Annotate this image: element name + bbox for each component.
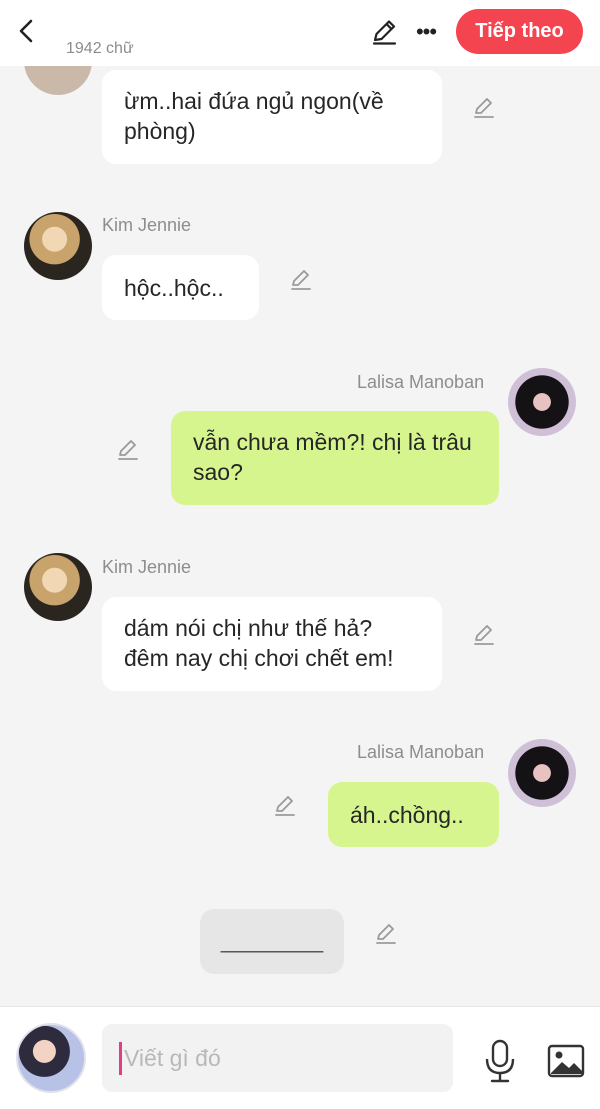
edit-button[interactable]: [368, 16, 400, 48]
image-button[interactable]: [545, 1041, 587, 1081]
message-bubble[interactable]: ừm..hai đứa ngủ ngon(về phòng): [102, 70, 442, 164]
chat-story-editor: 1942 chữ ••• Tiếp theo ừm..hai đứa ngủ n…: [0, 0, 600, 1109]
edit-message-button[interactable]: [470, 94, 498, 122]
back-button[interactable]: [10, 14, 42, 48]
pencil-icon: [474, 98, 494, 118]
pencil-icon: [118, 440, 138, 460]
composer-bar: [0, 1006, 600, 1109]
microphone-icon: [485, 1039, 515, 1083]
microphone-button[interactable]: [480, 1037, 520, 1085]
sender-name: Lalisa Manoban: [357, 372, 485, 392]
message-bubble[interactable]: áh..chồng..: [328, 782, 499, 847]
edit-message-button[interactable]: [287, 266, 315, 294]
avatar[interactable]: [24, 212, 92, 280]
edit-message-button[interactable]: [470, 621, 498, 649]
message-input[interactable]: [124, 1024, 444, 1092]
sender-name: Kim Jennie: [102, 215, 192, 235]
sender-name: Kim Jennie: [102, 557, 192, 577]
message-input-box[interactable]: [102, 1024, 453, 1092]
message-bubble[interactable]: hộc..hộc..: [102, 255, 259, 320]
sender-name: Lalisa Manoban: [357, 742, 485, 762]
text-caret: [119, 1042, 122, 1075]
chevron-left-icon: [19, 19, 33, 43]
message-bubble[interactable]: ________: [200, 909, 344, 974]
word-count: 1942 chữ: [66, 40, 134, 57]
avatar[interactable]: [508, 368, 576, 436]
more-icon: •••: [415, 19, 437, 44]
avatar[interactable]: [24, 553, 92, 621]
pencil-icon: [275, 796, 295, 816]
avatar[interactable]: [508, 739, 576, 807]
character-avatar[interactable]: [16, 1023, 86, 1093]
top-bar: 1942 chữ ••• Tiếp theo: [0, 0, 600, 66]
pencil-icon: [474, 625, 494, 645]
pencil-icon: [291, 270, 311, 290]
more-button[interactable]: •••: [410, 16, 442, 48]
message-bubble[interactable]: vẫn chưa mềm?! chị là trâu sao?: [171, 411, 499, 505]
image-icon: [547, 1044, 585, 1078]
next-button[interactable]: Tiếp theo: [456, 9, 583, 54]
pencil-icon: [376, 924, 396, 944]
pencil-icon: [372, 20, 397, 45]
edit-message-button[interactable]: [372, 920, 400, 948]
edit-message-button[interactable]: [271, 792, 299, 820]
edit-message-button[interactable]: [114, 436, 142, 464]
message-bubble[interactable]: dám nói chị như thế hả? đêm nay chị chơi…: [102, 597, 442, 691]
